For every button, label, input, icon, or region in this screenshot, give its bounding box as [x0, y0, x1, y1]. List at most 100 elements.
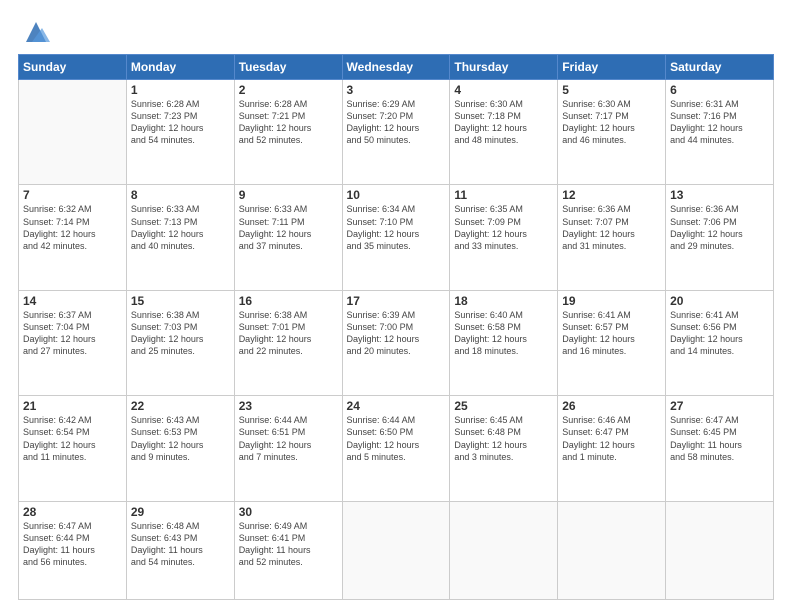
day-number: 6	[670, 83, 769, 97]
day-info: Sunrise: 6:35 AM Sunset: 7:09 PM Dayligh…	[454, 203, 553, 252]
day-info: Sunrise: 6:28 AM Sunset: 7:23 PM Dayligh…	[131, 98, 230, 147]
day-number: 1	[131, 83, 230, 97]
day-number: 15	[131, 294, 230, 308]
day-number: 25	[454, 399, 553, 413]
day-info: Sunrise: 6:49 AM Sunset: 6:41 PM Dayligh…	[239, 520, 338, 569]
day-info: Sunrise: 6:28 AM Sunset: 7:21 PM Dayligh…	[239, 98, 338, 147]
weekday-header-monday: Monday	[126, 55, 234, 80]
day-number: 29	[131, 505, 230, 519]
calendar-cell: 15Sunrise: 6:38 AM Sunset: 7:03 PM Dayli…	[126, 290, 234, 395]
day-info: Sunrise: 6:45 AM Sunset: 6:48 PM Dayligh…	[454, 414, 553, 463]
calendar-week-5: 28Sunrise: 6:47 AM Sunset: 6:44 PM Dayli…	[19, 501, 774, 599]
day-info: Sunrise: 6:41 AM Sunset: 6:56 PM Dayligh…	[670, 309, 769, 358]
calendar-cell: 4Sunrise: 6:30 AM Sunset: 7:18 PM Daylig…	[450, 80, 558, 185]
day-number: 26	[562, 399, 661, 413]
day-info: Sunrise: 6:38 AM Sunset: 7:01 PM Dayligh…	[239, 309, 338, 358]
day-info: Sunrise: 6:30 AM Sunset: 7:17 PM Dayligh…	[562, 98, 661, 147]
calendar-cell: 11Sunrise: 6:35 AM Sunset: 7:09 PM Dayli…	[450, 185, 558, 290]
day-info: Sunrise: 6:31 AM Sunset: 7:16 PM Dayligh…	[670, 98, 769, 147]
day-number: 28	[23, 505, 122, 519]
calendar-cell: 30Sunrise: 6:49 AM Sunset: 6:41 PM Dayli…	[234, 501, 342, 599]
day-info: Sunrise: 6:29 AM Sunset: 7:20 PM Dayligh…	[347, 98, 446, 147]
day-number: 4	[454, 83, 553, 97]
day-info: Sunrise: 6:39 AM Sunset: 7:00 PM Dayligh…	[347, 309, 446, 358]
day-number: 19	[562, 294, 661, 308]
day-number: 24	[347, 399, 446, 413]
weekday-header-saturday: Saturday	[666, 55, 774, 80]
calendar-table: SundayMondayTuesdayWednesdayThursdayFrid…	[18, 54, 774, 600]
day-number: 8	[131, 188, 230, 202]
calendar-cell: 3Sunrise: 6:29 AM Sunset: 7:20 PM Daylig…	[342, 80, 450, 185]
weekday-header-thursday: Thursday	[450, 55, 558, 80]
calendar-cell: 22Sunrise: 6:43 AM Sunset: 6:53 PM Dayli…	[126, 396, 234, 501]
weekday-header-sunday: Sunday	[19, 55, 127, 80]
day-number: 5	[562, 83, 661, 97]
calendar-cell: 13Sunrise: 6:36 AM Sunset: 7:06 PM Dayli…	[666, 185, 774, 290]
calendar-cell: 19Sunrise: 6:41 AM Sunset: 6:57 PM Dayli…	[558, 290, 666, 395]
calendar-cell: 24Sunrise: 6:44 AM Sunset: 6:50 PM Dayli…	[342, 396, 450, 501]
day-info: Sunrise: 6:41 AM Sunset: 6:57 PM Dayligh…	[562, 309, 661, 358]
calendar-cell	[342, 501, 450, 599]
calendar-week-3: 14Sunrise: 6:37 AM Sunset: 7:04 PM Dayli…	[19, 290, 774, 395]
calendar-cell: 25Sunrise: 6:45 AM Sunset: 6:48 PM Dayli…	[450, 396, 558, 501]
day-number: 7	[23, 188, 122, 202]
logo-icon	[22, 18, 50, 46]
day-info: Sunrise: 6:47 AM Sunset: 6:45 PM Dayligh…	[670, 414, 769, 463]
day-number: 20	[670, 294, 769, 308]
day-info: Sunrise: 6:40 AM Sunset: 6:58 PM Dayligh…	[454, 309, 553, 358]
calendar-cell	[666, 501, 774, 599]
day-number: 12	[562, 188, 661, 202]
day-number: 14	[23, 294, 122, 308]
day-number: 3	[347, 83, 446, 97]
day-number: 18	[454, 294, 553, 308]
calendar-cell	[558, 501, 666, 599]
day-info: Sunrise: 6:46 AM Sunset: 6:47 PM Dayligh…	[562, 414, 661, 463]
calendar-cell: 26Sunrise: 6:46 AM Sunset: 6:47 PM Dayli…	[558, 396, 666, 501]
day-number: 9	[239, 188, 338, 202]
calendar-cell: 2Sunrise: 6:28 AM Sunset: 7:21 PM Daylig…	[234, 80, 342, 185]
calendar-cell: 28Sunrise: 6:47 AM Sunset: 6:44 PM Dayli…	[19, 501, 127, 599]
calendar-cell: 5Sunrise: 6:30 AM Sunset: 7:17 PM Daylig…	[558, 80, 666, 185]
day-number: 10	[347, 188, 446, 202]
weekday-header-tuesday: Tuesday	[234, 55, 342, 80]
day-info: Sunrise: 6:36 AM Sunset: 7:06 PM Dayligh…	[670, 203, 769, 252]
calendar-week-2: 7Sunrise: 6:32 AM Sunset: 7:14 PM Daylig…	[19, 185, 774, 290]
day-info: Sunrise: 6:34 AM Sunset: 7:10 PM Dayligh…	[347, 203, 446, 252]
day-number: 17	[347, 294, 446, 308]
day-number: 23	[239, 399, 338, 413]
weekday-header-row: SundayMondayTuesdayWednesdayThursdayFrid…	[19, 55, 774, 80]
day-info: Sunrise: 6:48 AM Sunset: 6:43 PM Dayligh…	[131, 520, 230, 569]
page: SundayMondayTuesdayWednesdayThursdayFrid…	[0, 0, 792, 612]
day-info: Sunrise: 6:42 AM Sunset: 6:54 PM Dayligh…	[23, 414, 122, 463]
day-info: Sunrise: 6:33 AM Sunset: 7:11 PM Dayligh…	[239, 203, 338, 252]
calendar-cell: 29Sunrise: 6:48 AM Sunset: 6:43 PM Dayli…	[126, 501, 234, 599]
calendar-cell: 10Sunrise: 6:34 AM Sunset: 7:10 PM Dayli…	[342, 185, 450, 290]
day-info: Sunrise: 6:47 AM Sunset: 6:44 PM Dayligh…	[23, 520, 122, 569]
calendar-cell	[450, 501, 558, 599]
calendar-cell: 14Sunrise: 6:37 AM Sunset: 7:04 PM Dayli…	[19, 290, 127, 395]
day-number: 11	[454, 188, 553, 202]
weekday-header-friday: Friday	[558, 55, 666, 80]
day-number: 21	[23, 399, 122, 413]
logo	[18, 18, 50, 46]
calendar-week-1: 1Sunrise: 6:28 AM Sunset: 7:23 PM Daylig…	[19, 80, 774, 185]
calendar-week-4: 21Sunrise: 6:42 AM Sunset: 6:54 PM Dayli…	[19, 396, 774, 501]
day-info: Sunrise: 6:37 AM Sunset: 7:04 PM Dayligh…	[23, 309, 122, 358]
calendar-cell: 9Sunrise: 6:33 AM Sunset: 7:11 PM Daylig…	[234, 185, 342, 290]
calendar-cell: 12Sunrise: 6:36 AM Sunset: 7:07 PM Dayli…	[558, 185, 666, 290]
day-number: 30	[239, 505, 338, 519]
day-info: Sunrise: 6:36 AM Sunset: 7:07 PM Dayligh…	[562, 203, 661, 252]
calendar-cell: 17Sunrise: 6:39 AM Sunset: 7:00 PM Dayli…	[342, 290, 450, 395]
day-info: Sunrise: 6:44 AM Sunset: 6:50 PM Dayligh…	[347, 414, 446, 463]
day-info: Sunrise: 6:44 AM Sunset: 6:51 PM Dayligh…	[239, 414, 338, 463]
calendar-cell: 7Sunrise: 6:32 AM Sunset: 7:14 PM Daylig…	[19, 185, 127, 290]
day-info: Sunrise: 6:33 AM Sunset: 7:13 PM Dayligh…	[131, 203, 230, 252]
day-number: 27	[670, 399, 769, 413]
calendar-cell: 6Sunrise: 6:31 AM Sunset: 7:16 PM Daylig…	[666, 80, 774, 185]
calendar-cell: 21Sunrise: 6:42 AM Sunset: 6:54 PM Dayli…	[19, 396, 127, 501]
calendar-cell: 16Sunrise: 6:38 AM Sunset: 7:01 PM Dayli…	[234, 290, 342, 395]
calendar-cell: 1Sunrise: 6:28 AM Sunset: 7:23 PM Daylig…	[126, 80, 234, 185]
calendar-cell: 23Sunrise: 6:44 AM Sunset: 6:51 PM Dayli…	[234, 396, 342, 501]
header	[18, 18, 774, 46]
calendar-cell: 27Sunrise: 6:47 AM Sunset: 6:45 PM Dayli…	[666, 396, 774, 501]
